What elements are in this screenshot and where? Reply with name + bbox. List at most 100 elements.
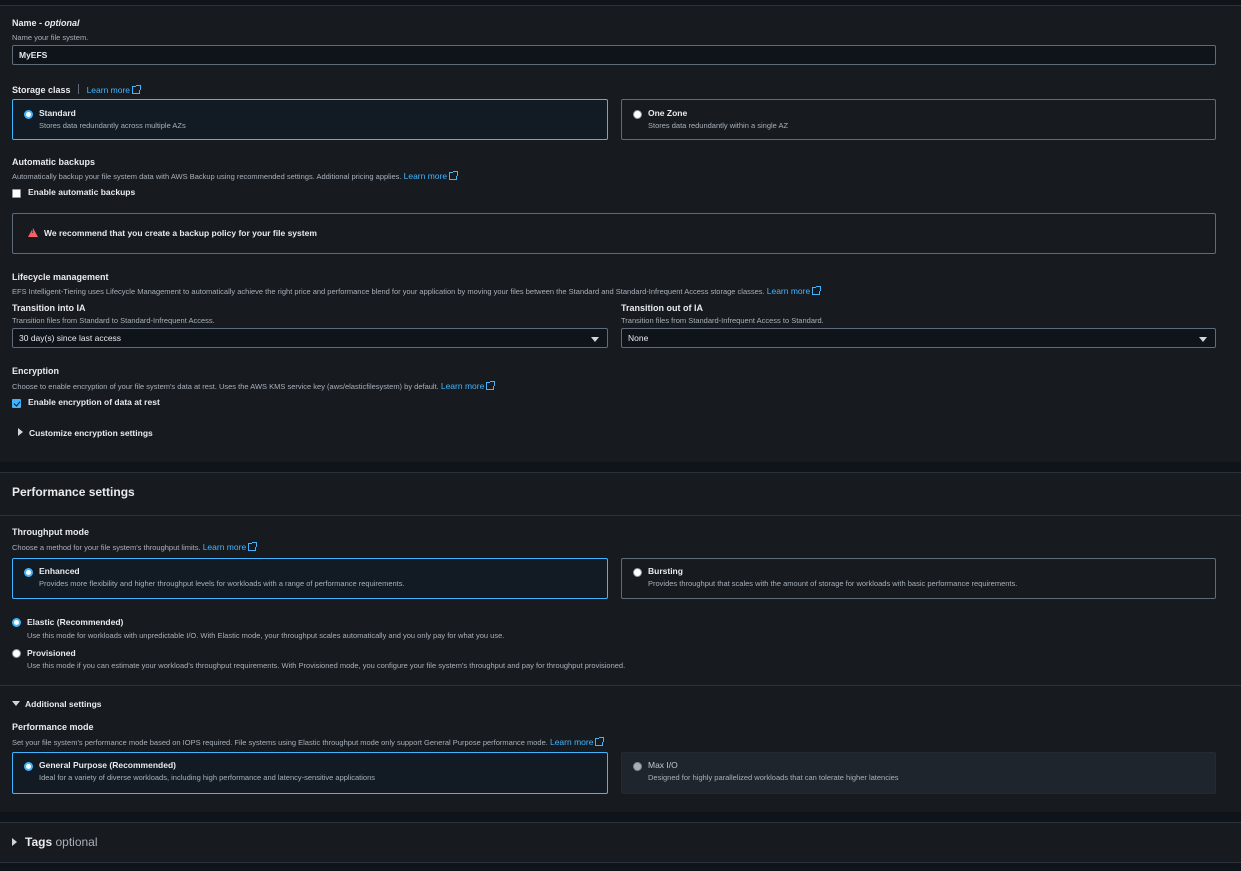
perf-general-purpose-tile[interactable]: General Purpose (Recommended) Ideal for … <box>12 752 608 794</box>
chevron-down-icon <box>591 337 599 342</box>
backup-warning-message: We recommend that you create a backup po… <box>28 228 317 238</box>
storage-class-label-text: Storage class <box>12 85 71 95</box>
encryption-description-text: Choose to enable encryption of your file… <box>12 382 439 391</box>
elastic-label: Elastic (Recommended) <box>27 617 124 627</box>
backups-label: Automatic backups <box>12 157 96 167</box>
name-description: Name your file system. <box>12 33 89 42</box>
throughput-bursting-label: Bursting <box>648 566 683 576</box>
lifecycle-learn-more-text: Learn more <box>766 286 811 296</box>
performance-mode-learn-more-text: Learn more <box>549 737 594 747</box>
performance-mode-learn-more-link[interactable]: Learn more <box>549 737 605 747</box>
customize-encryption-text: Customize encryption settings <box>29 428 153 438</box>
lifecycle-label: Lifecycle management <box>12 272 109 282</box>
provisioned-desc: Use this mode if you can estimate your w… <box>27 661 626 670</box>
chevron-down-icon <box>1199 337 1207 342</box>
throughput-bursting-tile[interactable]: Bursting Provides throughput that scales… <box>621 558 1216 599</box>
tags-panel: Tags optional <box>0 822 1241 863</box>
backups-learn-more-text: Learn more <box>403 171 448 181</box>
provisioned-label: Provisioned <box>27 648 76 658</box>
throughput-enhanced-radio[interactable] <box>24 568 33 577</box>
elastic-radio[interactable] <box>12 618 21 627</box>
tags-label: Tags <box>25 835 53 849</box>
throughput-bursting-radio[interactable] <box>633 568 642 577</box>
throughput-enhanced-tile[interactable]: Enhanced Provides more flexibility and h… <box>12 558 608 599</box>
storage-class-learn-more-link[interactable]: Learn more <box>87 85 142 95</box>
performance-heading-divider <box>0 515 1241 516</box>
throughput-enhanced-label: Enhanced <box>39 566 80 576</box>
storage-standard-tile[interactable]: Standard Stores data redundantly across … <box>12 99 608 140</box>
warning-icon <box>28 228 38 237</box>
throughput-mode-description: Choose a method for your file system's t… <box>12 542 258 552</box>
external-link-icon <box>449 171 459 180</box>
backups-learn-more-link[interactable]: Learn more <box>403 171 459 181</box>
transition-out-ia-desc: Transition files from Standard-Infrequen… <box>621 316 824 325</box>
customize-encryption-expander[interactable]: Customize encryption settings <box>18 428 153 438</box>
name-label: Name - optional <box>12 18 80 28</box>
encryption-learn-more-link[interactable]: Learn more <box>440 381 496 391</box>
throughput-enhanced-desc: Provides more flexibility and higher thr… <box>39 579 405 588</box>
tags-expander[interactable]: Tags optional <box>12 835 98 849</box>
backups-description: Automatically backup your file system da… <box>12 171 459 181</box>
performance-heading: Performance settings <box>12 485 135 499</box>
lifecycle-description: EFS Intelligent-Tiering uses Lifecycle M… <box>12 286 822 296</box>
name-label-text: Name <box>12 18 37 28</box>
transition-out-ia-select[interactable]: None <box>621 328 1216 348</box>
performance-mode-label: Performance mode <box>12 722 94 732</box>
provisioned-radio[interactable] <box>12 649 21 658</box>
additional-settings-text: Additional settings <box>25 699 102 709</box>
caret-down-icon <box>12 701 20 706</box>
lifecycle-learn-more-link[interactable]: Learn more <box>766 286 822 296</box>
name-optional-text: optional <box>44 18 80 28</box>
external-link-icon <box>812 286 822 295</box>
elastic-desc: Use this mode for workloads with unpredi… <box>27 631 505 640</box>
performance-mode-description: Set your file system's performance mode … <box>12 737 605 747</box>
name-input[interactable]: MyEFS <box>12 45 1216 65</box>
encryption-learn-more-text: Learn more <box>440 381 485 391</box>
encryption-description: Choose to enable encryption of your file… <box>12 381 496 391</box>
file-system-settings-panel: Name - optional Name your file system. M… <box>0 5 1241 462</box>
throughput-learn-more-text: Learn more <box>202 542 247 552</box>
perf-max-io-desc: Designed for highly parallelized workloa… <box>648 773 899 782</box>
additional-settings-expander[interactable]: Additional settings <box>12 699 102 709</box>
enable-encryption-checkbox[interactable] <box>12 399 21 408</box>
encryption-label: Encryption <box>12 366 60 376</box>
backups-description-text: Automatically backup your file system da… <box>12 172 402 181</box>
storage-standard-radio[interactable] <box>24 110 33 119</box>
performance-mode-desc-text: Set your file system's performance mode … <box>12 738 548 747</box>
storage-onezone-label: One Zone <box>648 108 688 118</box>
perf-general-purpose-radio[interactable] <box>24 762 33 771</box>
transition-into-ia-desc: Transition files from Standard to Standa… <box>12 316 215 325</box>
storage-onezone-tile[interactable]: One Zone Stores data redundantly within … <box>621 99 1216 140</box>
caret-right-icon <box>18 428 23 436</box>
throughput-mode-desc-text: Choose a method for your file system's t… <box>12 543 201 552</box>
transition-out-ia-label: Transition out of IA <box>621 303 703 313</box>
enable-backups-checkbox[interactable] <box>12 189 21 198</box>
external-link-icon <box>595 737 605 746</box>
storage-onezone-radio[interactable] <box>633 110 642 119</box>
perf-general-purpose-desc: Ideal for a variety of diverse workloads… <box>39 773 376 782</box>
throughput-bursting-desc: Provides throughput that scales with the… <box>648 579 1018 588</box>
transition-into-ia-label: Transition into IA <box>12 303 86 313</box>
additional-settings-divider <box>0 685 1241 686</box>
lifecycle-description-text: EFS Intelligent-Tiering uses Lifecycle M… <box>12 287 765 296</box>
perf-max-io-label: Max I/O <box>648 760 678 770</box>
perf-general-purpose-label: General Purpose (Recommended) <box>39 760 176 770</box>
storage-standard-desc: Stores data redundantly across multiple … <box>39 121 186 130</box>
external-link-icon <box>132 85 142 94</box>
external-link-icon <box>486 381 496 390</box>
transition-into-ia-select[interactable]: 30 day(s) since last access <box>12 328 608 348</box>
storage-class-label: Storage class Learn more <box>12 84 142 95</box>
backup-warning-alert: We recommend that you create a backup po… <box>12 213 1216 254</box>
throughput-learn-more-link[interactable]: Learn more <box>202 542 258 552</box>
transition-into-ia-value: 30 day(s) since last access <box>19 333 122 343</box>
perf-max-io-radio <box>633 762 642 771</box>
storage-onezone-desc: Stores data redundantly within a single … <box>648 121 789 130</box>
storage-class-divider <box>78 84 80 94</box>
transition-out-ia-value: None <box>628 333 649 343</box>
tags-optional: optional <box>55 835 98 849</box>
enable-backups-label: Enable automatic backups <box>28 187 136 197</box>
throughput-mode-label: Throughput mode <box>12 527 89 537</box>
enable-encryption-label: Enable encryption of data at rest <box>28 397 160 407</box>
caret-right-icon <box>12 838 17 846</box>
perf-max-io-tile: Max I/O Designed for highly parallelized… <box>621 752 1216 794</box>
